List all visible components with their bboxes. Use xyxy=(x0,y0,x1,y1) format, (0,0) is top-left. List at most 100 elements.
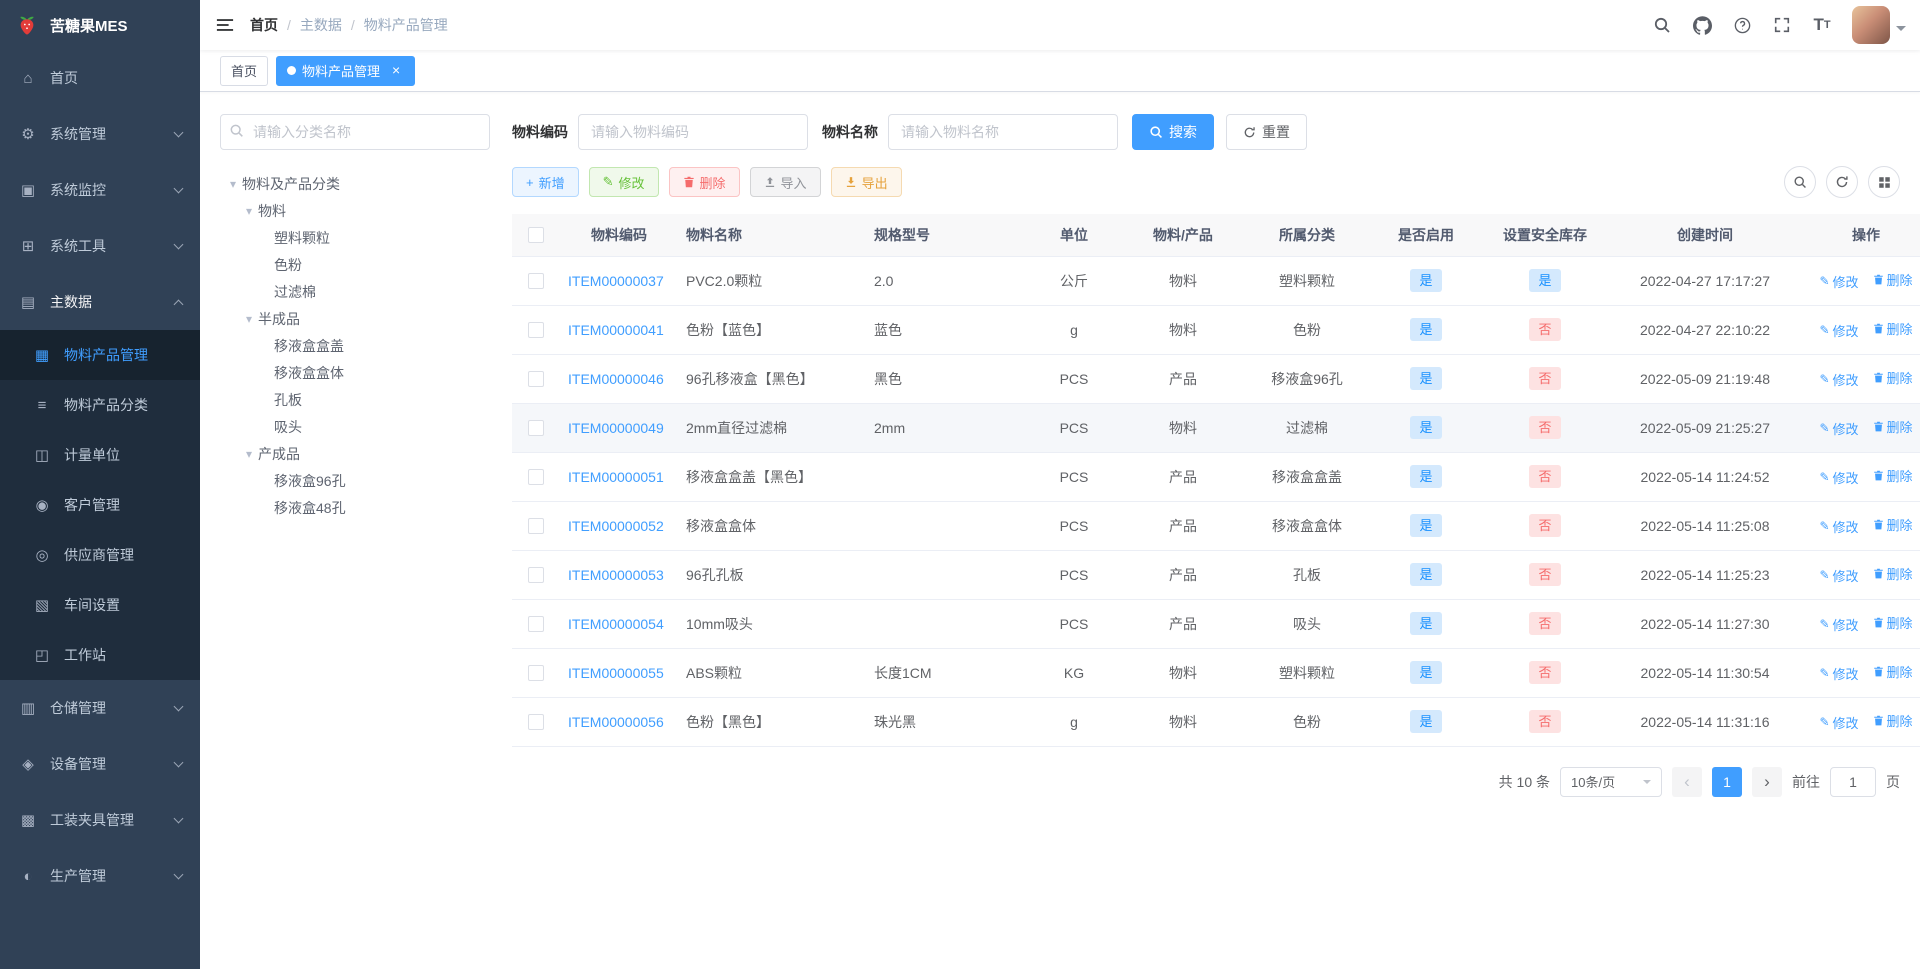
item-code-link[interactable]: ITEM00000041 xyxy=(568,322,664,338)
item-code-link[interactable]: ITEM00000055 xyxy=(568,665,664,681)
import-button[interactable]: 导入 xyxy=(749,167,821,197)
tab-home[interactable]: 首页 xyxy=(220,55,269,86)
goto-page-input[interactable] xyxy=(1830,766,1876,797)
sidebar-subitem-supplier[interactable]: ◎ 供应商管理 xyxy=(0,530,200,580)
delete-row-button[interactable]: 删除 xyxy=(1873,515,1913,534)
columns-grid-icon[interactable] xyxy=(1868,166,1900,198)
tree-node[interactable]: ▾ 半成品 xyxy=(220,305,490,332)
tree-node[interactable]: ▾ 物料 xyxy=(220,197,490,224)
sidebar-item-master-data[interactable]: ▤ 主数据 xyxy=(0,274,200,330)
tree-node[interactable]: 孔板 xyxy=(220,386,490,413)
item-code-link[interactable]: ITEM00000046 xyxy=(568,371,664,387)
tree-node[interactable]: 移液盒48孔 xyxy=(220,494,490,521)
reset-button[interactable]: 重置 xyxy=(1226,114,1307,150)
sidebar-item-fixture[interactable]: ▩ 工装夹具管理 xyxy=(0,792,200,848)
item-code-link[interactable]: ITEM00000052 xyxy=(568,518,664,534)
edit-row-button[interactable]: ✎ 修改 xyxy=(1819,713,1858,732)
edit-row-button[interactable]: ✎ 修改 xyxy=(1819,615,1858,634)
item-code-link[interactable]: ITEM00000056 xyxy=(568,714,664,730)
item-code-link[interactable]: ITEM00000049 xyxy=(568,420,664,436)
tree-node[interactable]: ▾ 物料及产品分类 xyxy=(220,170,490,197)
row-checkbox[interactable] xyxy=(528,469,544,486)
fullscreen-icon[interactable] xyxy=(1762,0,1802,50)
table-row[interactable]: ITEM00000049 2mm直径过滤棉 2mm PCS 物料 过滤棉 是 否… xyxy=(512,403,1920,453)
tree-node[interactable]: 移液盒盒体 xyxy=(220,359,490,386)
font-size-icon[interactable]: TT xyxy=(1802,0,1842,50)
tree-expand-icon[interactable]: ▾ xyxy=(240,312,258,326)
search-button[interactable]: 搜索 xyxy=(1132,114,1214,150)
edit-row-button[interactable]: ✎ 修改 xyxy=(1819,664,1858,683)
select-all-checkbox[interactable] xyxy=(528,227,544,244)
sidebar-item-warehouse[interactable]: ▥ 仓储管理 xyxy=(0,680,200,736)
row-checkbox[interactable] xyxy=(528,420,544,437)
next-page-button[interactable]: › xyxy=(1752,766,1782,797)
table-row[interactable]: ITEM00000051 移液盒盒盖【黑色】 PCS 产品 移液盒盒盖 是 否 … xyxy=(512,452,1920,502)
page-number-button[interactable]: 1 xyxy=(1712,766,1742,797)
item-code-link[interactable]: ITEM00000037 xyxy=(568,273,664,289)
tree-node[interactable]: 色粉 xyxy=(220,251,490,278)
tree-expand-icon[interactable]: ▾ xyxy=(240,204,258,218)
sidebar-item-equipment[interactable]: ◈ 设备管理 xyxy=(0,736,200,792)
edit-row-button[interactable]: ✎ 修改 xyxy=(1819,468,1858,487)
page-size-select[interactable]: 10条/页 xyxy=(1560,766,1662,797)
edit-row-button[interactable]: ✎ 修改 xyxy=(1819,370,1858,389)
sidebar-item-tools[interactable]: ⊞ 系统工具 xyxy=(0,218,200,274)
edit-row-button[interactable]: ✎ 修改 xyxy=(1819,419,1858,438)
delete-row-button[interactable]: 删除 xyxy=(1873,319,1913,338)
table-row[interactable]: ITEM00000037 PVC2.0颗粒 2.0 公斤 物料 塑料颗粒 是 是… xyxy=(512,256,1920,306)
sidebar-item-production[interactable]: ◐ 生产管理 xyxy=(0,848,200,904)
sidebar-subitem-material-product[interactable]: ▦ 物料产品管理 xyxy=(0,330,200,380)
refresh-icon[interactable] xyxy=(1826,166,1858,198)
code-filter-input[interactable] xyxy=(578,114,808,150)
toggle-search-icon[interactable] xyxy=(1784,166,1816,198)
tree-expand-icon[interactable]: ▾ xyxy=(224,177,242,191)
item-code-link[interactable]: ITEM00000051 xyxy=(568,469,664,485)
row-checkbox[interactable] xyxy=(528,714,544,731)
item-code-link[interactable]: ITEM00000053 xyxy=(568,567,664,583)
tree-node[interactable]: 过滤棉 xyxy=(220,278,490,305)
edit-row-button[interactable]: ✎ 修改 xyxy=(1819,517,1858,536)
delete-row-button[interactable]: 删除 xyxy=(1873,711,1913,730)
delete-row-button[interactable]: 删除 xyxy=(1873,270,1913,289)
tree-node[interactable]: 塑料颗粒 xyxy=(220,224,490,251)
delete-row-button[interactable]: 删除 xyxy=(1873,662,1913,681)
sidebar-item-home[interactable]: ⌂ 首页 xyxy=(0,50,200,106)
tree-node[interactable]: 移液盒盒盖 xyxy=(220,332,490,359)
help-icon[interactable] xyxy=(1722,0,1762,50)
add-button[interactable]: + 新增 xyxy=(512,167,579,197)
avatar[interactable] xyxy=(1852,6,1890,44)
edit-button[interactable]: ✎ 修改 xyxy=(588,167,659,197)
row-checkbox[interactable] xyxy=(528,371,544,388)
github-icon[interactable] xyxy=(1682,0,1722,50)
table-row[interactable]: ITEM00000054 10mm吸头 PCS 产品 吸头 是 否 2022-0… xyxy=(512,599,1920,649)
export-button[interactable]: 导出 xyxy=(830,167,902,197)
search-icon[interactable] xyxy=(1642,0,1682,50)
delete-button[interactable]: 删除 xyxy=(668,167,740,197)
sidebar-subitem-customer[interactable]: ◉ 客户管理 xyxy=(0,480,200,530)
table-row[interactable]: ITEM00000041 色粉【蓝色】 蓝色 g 物料 色粉 是 否 2022-… xyxy=(512,305,1920,355)
table-row[interactable]: ITEM00000055 ABS颗粒 长度1CM KG 物料 塑料颗粒 是 否 … xyxy=(512,648,1920,698)
sidebar-subitem-workshop[interactable]: ▧ 车间设置 xyxy=(0,580,200,630)
row-checkbox[interactable] xyxy=(528,665,544,682)
row-checkbox[interactable] xyxy=(528,567,544,584)
category-search-input[interactable] xyxy=(220,114,490,150)
edit-row-button[interactable]: ✎ 修改 xyxy=(1819,566,1858,585)
tree-node[interactable]: 移液盒96孔 xyxy=(220,467,490,494)
sidebar-item-system[interactable]: ⚙ 系统管理 xyxy=(0,106,200,162)
item-code-link[interactable]: ITEM00000054 xyxy=(568,616,664,632)
table-row[interactable]: ITEM00000053 96孔孔板 PCS 产品 孔板 是 否 2022-05… xyxy=(512,550,1920,600)
edit-row-button[interactable]: ✎ 修改 xyxy=(1819,321,1858,340)
delete-row-button[interactable]: 删除 xyxy=(1873,417,1913,436)
name-filter-input[interactable] xyxy=(888,114,1118,150)
sidebar-subitem-workstation[interactable]: ◰ 工作站 xyxy=(0,630,200,680)
sidebar-subitem-material-category[interactable]: ≡ 物料产品分类 xyxy=(0,380,200,430)
breadcrumb-home[interactable]: 首页 xyxy=(250,15,278,35)
sidebar-subitem-measure-unit[interactable]: ◫ 计量单位 xyxy=(0,430,200,480)
user-menu[interactable] xyxy=(1852,6,1906,44)
delete-row-button[interactable]: 删除 xyxy=(1873,613,1913,632)
tree-node[interactable]: 吸头 xyxy=(220,413,490,440)
delete-row-button[interactable]: 删除 xyxy=(1873,368,1913,387)
delete-row-button[interactable]: 删除 xyxy=(1873,466,1913,485)
row-checkbox[interactable] xyxy=(528,273,544,290)
row-checkbox[interactable] xyxy=(528,518,544,535)
